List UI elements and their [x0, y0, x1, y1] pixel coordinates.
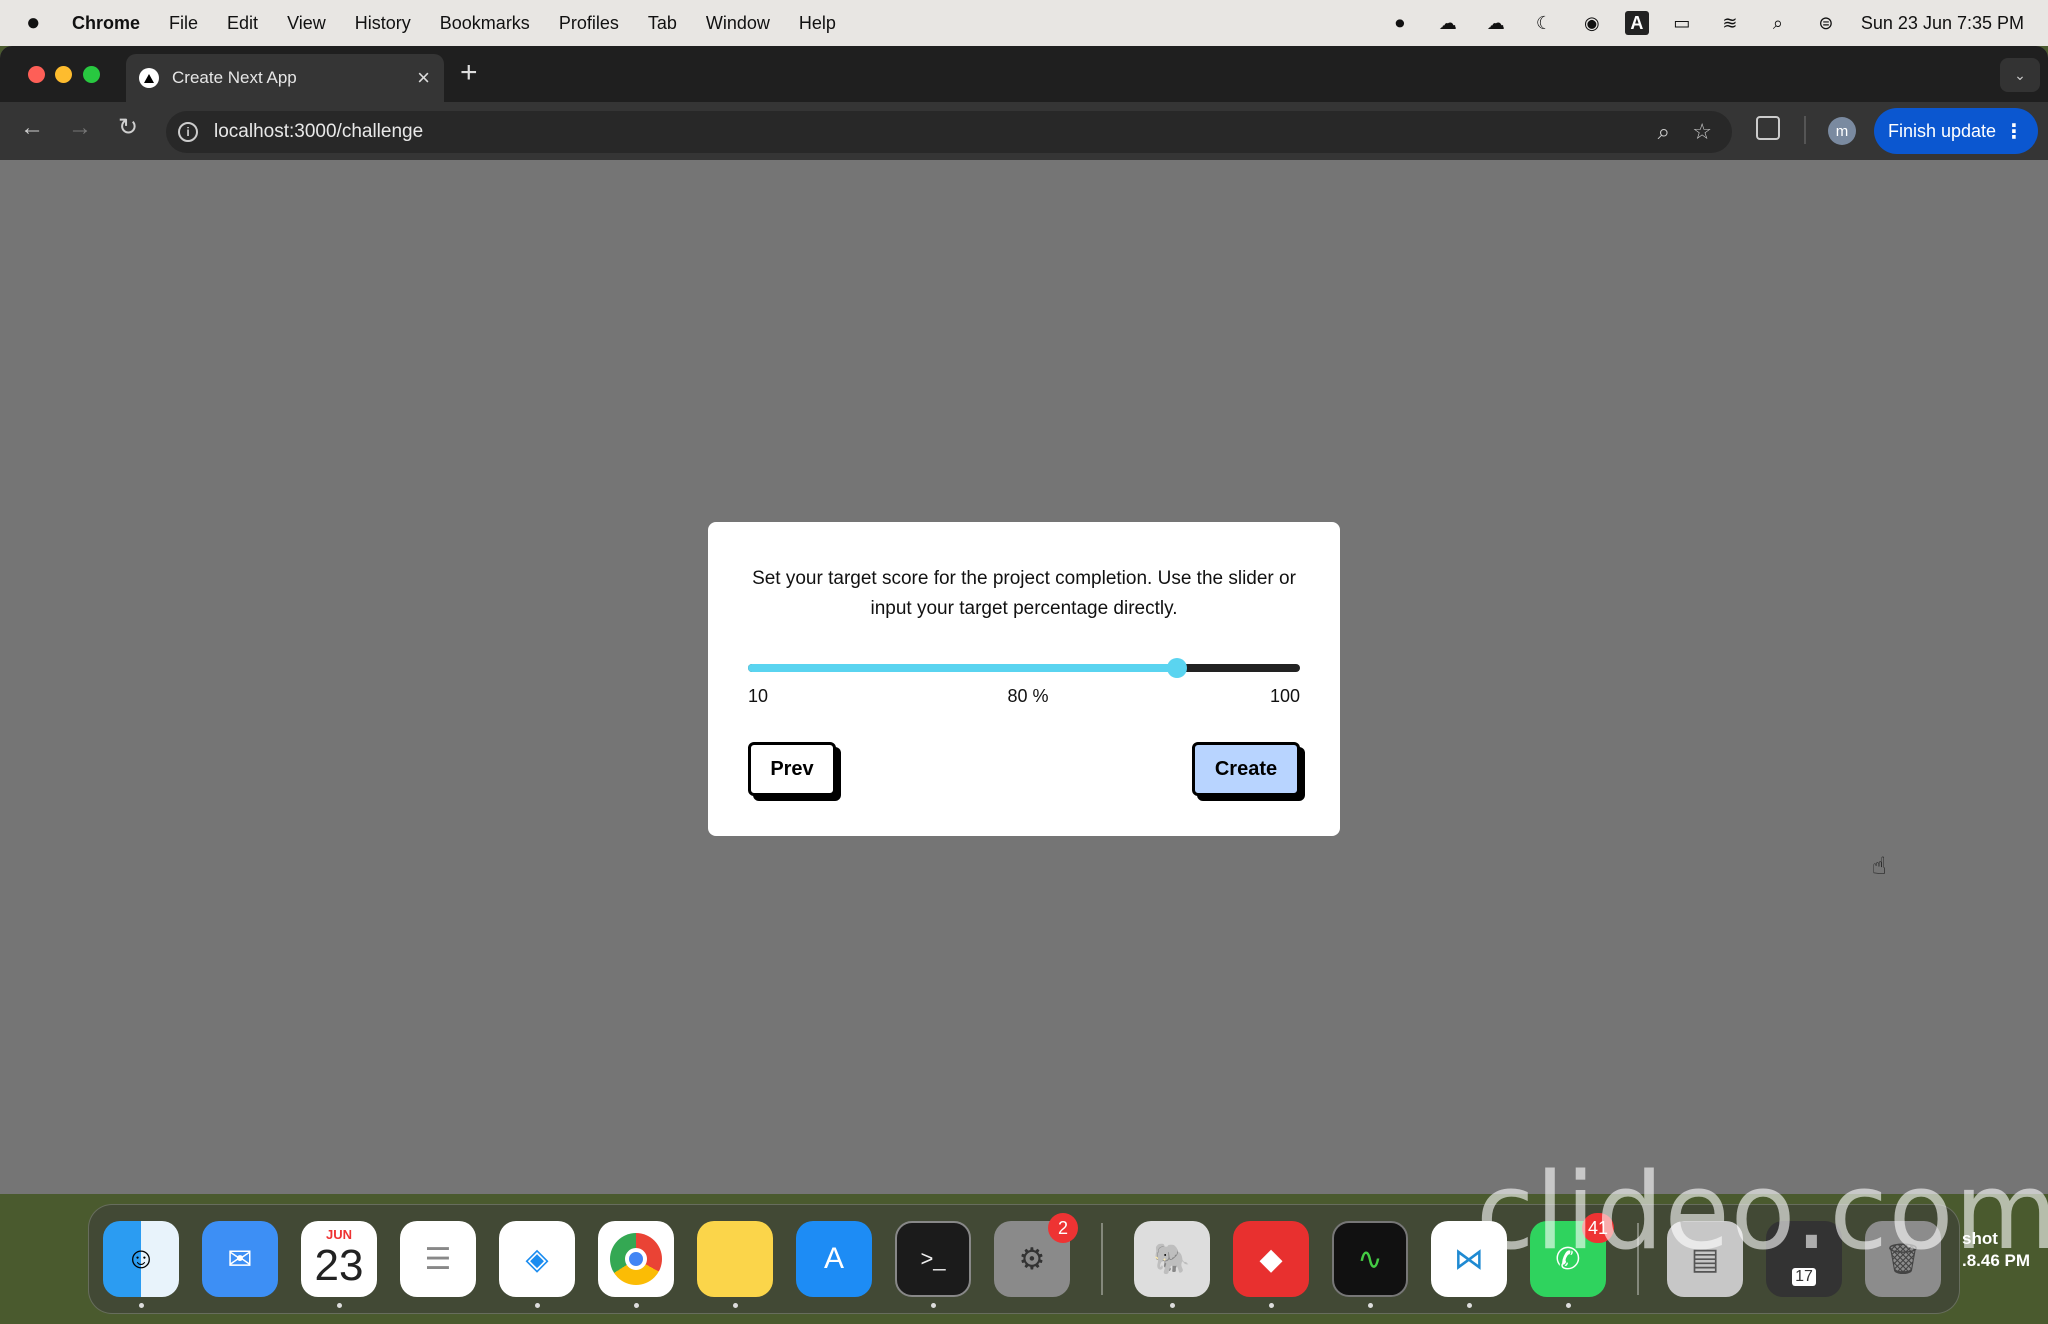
toolbar-divider: [1804, 116, 1806, 144]
nextjs-favicon-icon: [139, 68, 159, 88]
slider-min-label: 10: [748, 686, 769, 706]
create-button[interactable]: Create: [1192, 742, 1300, 796]
creative-cloud-icon[interactable]: ☁: [1481, 11, 1511, 35]
menu-window[interactable]: Window: [706, 13, 770, 34]
app-store-icon[interactable]: A: [796, 1221, 872, 1297]
finish-update-label: Finish update: [1888, 120, 1997, 141]
slider-max-label: 100: [1269, 686, 1300, 706]
menubar-status-area: ⏺ ☁ ☁ ☾ ◉ A ▭ ≋ ⌕ ⊜ Sun 23 Jun 7:35 PM: [1367, 0, 2024, 46]
menubar-clock[interactable]: Sun 23 Jun 7:35 PM: [1861, 13, 2024, 34]
menu-view[interactable]: View: [287, 13, 326, 34]
running-indicator: [139, 1303, 144, 1308]
input-source-icon[interactable]: A: [1624, 11, 1649, 35]
reminders-icon[interactable]: ☰: [400, 1221, 476, 1297]
apple-menu-icon[interactable]: ●: [26, 11, 48, 35]
settings-badge: 2: [1048, 1213, 1078, 1243]
running-indicator: [1566, 1303, 1571, 1308]
activity-monitor-icon[interactable]: ∿: [1332, 1221, 1408, 1297]
menu-edit[interactable]: Edit: [227, 13, 258, 34]
menu-profiles[interactable]: Profiles: [559, 13, 619, 34]
spotlight-search-icon[interactable]: ⌕: [1763, 11, 1793, 35]
slider-value-label: 80 %: [1007, 686, 1049, 706]
new-tab-icon[interactable]: +: [460, 58, 478, 88]
wifi-icon[interactable]: ≋: [1715, 11, 1745, 35]
forward-arrow-icon[interactable]: →: [68, 116, 92, 140]
battery-icon[interactable]: ▭: [1667, 11, 1697, 35]
zoom-icon[interactable]: ⌕: [1658, 119, 1670, 145]
url-text[interactable]: localhost:3000/challenge: [214, 121, 423, 143]
menu-help[interactable]: Help: [799, 13, 836, 34]
moon-icon[interactable]: ☾: [1529, 11, 1559, 35]
menu-chrome[interactable]: Chrome: [72, 13, 140, 34]
browser-toolbar: ← → ↻ i localhost:3000/challenge ⌕ ☆ m F…: [0, 102, 2048, 160]
chrome-icon[interactable]: [598, 1221, 674, 1297]
menu-tab[interactable]: Tab: [648, 13, 677, 34]
menu-file[interactable]: File: [169, 13, 198, 34]
record-icon[interactable]: ⏺: [1385, 11, 1415, 35]
calendar-month: JUN: [325, 1227, 352, 1242]
cloud-sync-icon[interactable]: ☁: [1433, 11, 1463, 35]
bookmark-star-icon[interactable]: ☆: [1692, 119, 1712, 145]
menubar: ● Chrome File Edit View History Bookmark…: [0, 0, 2048, 46]
slider-thumb[interactable]: [1167, 658, 1188, 678]
slider-fill: [748, 664, 1178, 672]
reload-icon[interactable]: ↻: [118, 116, 138, 140]
maximize-window-button[interactable]: [83, 66, 100, 83]
control-center-icon[interactable]: ⊜: [1811, 11, 1841, 35]
screenshot-label-line1: shot: [1962, 1229, 1998, 1248]
running-indicator: [733, 1303, 738, 1308]
close-window-button[interactable]: [28, 66, 45, 83]
running-indicator: [1467, 1303, 1472, 1308]
dialog-prompt: Set your target score for the project co…: [752, 568, 1296, 619]
hand-cursor-icon: ☝: [1872, 853, 1887, 880]
tab-strip: Create Next App × + ⌄: [0, 46, 2048, 102]
more-menu-icon[interactable]: ⋮: [2004, 119, 2024, 144]
target-score-dialog: Set your target score for the project co…: [708, 522, 1340, 836]
menu-bookmarks[interactable]: Bookmarks: [440, 13, 530, 34]
notes-icon[interactable]: [697, 1221, 773, 1297]
running-indicator: [1368, 1303, 1373, 1308]
back-arrow-icon[interactable]: ←: [20, 116, 44, 140]
dock-divider: [1101, 1223, 1103, 1295]
site-info-icon[interactable]: i: [178, 122, 198, 142]
mail-icon[interactable]: ✉: [202, 1221, 278, 1297]
address-bar[interactable]: i localhost:3000/challenge ⌕ ☆: [166, 111, 1732, 153]
terminal-icon[interactable]: >_: [895, 1221, 971, 1297]
calendar-day: 23: [314, 1241, 364, 1290]
tab-title: Create Next App: [172, 68, 297, 87]
desktop-screenshot-label: shot .8.46 PM: [1962, 1228, 2030, 1272]
running-indicator: [634, 1303, 639, 1308]
tab-create-next-app[interactable]: Create Next App ×: [126, 54, 444, 102]
running-indicator: [337, 1303, 342, 1308]
running-indicator: [931, 1303, 936, 1308]
running-indicator: [535, 1303, 540, 1308]
close-tab-icon[interactable]: ×: [417, 65, 430, 91]
safari-icon[interactable]: ◈: [499, 1221, 575, 1297]
prev-button[interactable]: Prev: [748, 742, 836, 796]
screenshot-label-line2: .8.46 PM: [1962, 1251, 2031, 1270]
calendar-icon[interactable]: JUN 23: [301, 1221, 377, 1297]
target-score-slider[interactable]: [748, 658, 1300, 678]
finish-update-button[interactable]: Finish update ⋮: [1874, 108, 2038, 154]
system-settings-icon[interactable]: ⚙ 2: [994, 1213, 1078, 1297]
finder-icon[interactable]: ☺: [103, 1221, 179, 1297]
extensions-icon[interactable]: [1756, 116, 1780, 140]
anydesk-icon[interactable]: ◆: [1233, 1221, 1309, 1297]
user-account-icon[interactable]: ◉: [1577, 11, 1607, 35]
postgres-elephant-icon[interactable]: 🐘: [1134, 1221, 1210, 1297]
menu-history[interactable]: History: [355, 13, 411, 34]
minimize-window-button[interactable]: [55, 66, 72, 83]
running-indicator: [1170, 1303, 1175, 1308]
running-indicator: [1269, 1303, 1274, 1308]
tab-search-chevron-icon[interactable]: ⌄: [2000, 58, 2040, 92]
profile-avatar[interactable]: m: [1828, 117, 1856, 145]
